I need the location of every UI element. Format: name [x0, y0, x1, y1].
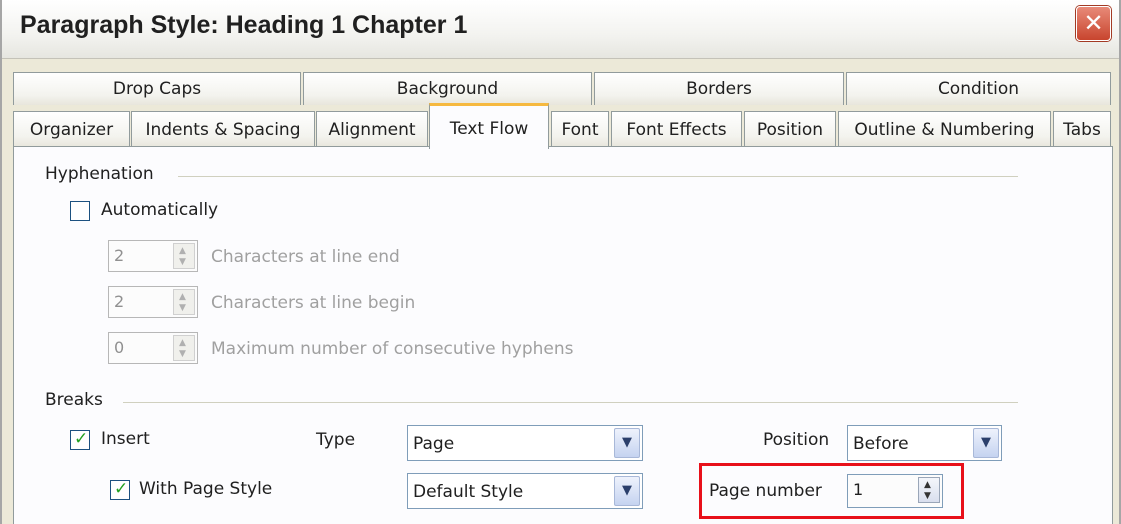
tab-font-effects[interactable]: Font Effects — [611, 111, 742, 147]
chevron-down-icon[interactable]: ▼ — [614, 428, 640, 458]
spin-arrows-icon: ▲ ▼ — [173, 243, 195, 269]
with-page-style-checkbox[interactable]: ✓ — [110, 479, 130, 500]
tab-background[interactable]: Background — [303, 72, 592, 105]
chars-line-end-spinner: 2 ▲ ▼ — [108, 240, 198, 272]
tab-alignment[interactable]: Alignment — [316, 111, 428, 147]
tab-drop-caps[interactable]: Drop Caps — [13, 72, 301, 105]
tab-text-flow[interactable]: Text Flow — [429, 103, 549, 149]
spin-arrows-icon: ▲ ▼ — [173, 289, 195, 315]
tab-outline-numbering[interactable]: Outline & Numbering — [838, 111, 1051, 147]
chars-line-end-value: 2 — [114, 246, 125, 265]
hyphenation-heading: Hyphenation — [45, 164, 154, 184]
chevron-down-icon[interactable]: ▼ — [973, 428, 999, 458]
break-position-select[interactable]: Before ▼ — [847, 425, 1002, 461]
page-number-highlight — [699, 463, 964, 519]
spin-arrows-icon: ▲ ▼ — [173, 335, 195, 361]
break-type-select[interactable]: Page ▼ — [407, 425, 643, 461]
chevron-down-icon[interactable]: ▼ — [614, 476, 640, 506]
break-type-value: Page — [413, 434, 455, 454]
page-style-select[interactable]: Default Style ▼ — [407, 473, 643, 509]
checkmark-icon: ✓ — [74, 429, 89, 449]
insert-label: Insert — [101, 429, 150, 449]
max-hyphens-spinner: 0 ▲ ▼ — [108, 332, 198, 364]
page-style-value: Default Style — [413, 482, 524, 502]
hyphenation-separator — [178, 176, 1018, 177]
with-page-style-label: With Page Style — [139, 479, 273, 499]
break-position-value: Before — [853, 434, 909, 454]
max-hyphens-label: Maximum number of consecutive hyphens — [211, 339, 574, 359]
automatically-label: Automatically — [101, 200, 219, 220]
tab-organizer[interactable]: Organizer — [13, 111, 130, 147]
dialog-title: Paragraph Style: Heading 1 Chapter 1 — [20, 11, 468, 39]
checkmark-icon: ✓ — [114, 479, 129, 499]
chars-line-begin-label: Characters at line begin — [211, 293, 416, 313]
tab-borders[interactable]: Borders — [594, 72, 844, 105]
close-icon[interactable]: ✕ — [1076, 6, 1111, 41]
paragraph-style-dialog: Paragraph Style: Heading 1 Chapter 1 ✕ D… — [0, 0, 1121, 524]
max-hyphens-value: 0 — [114, 338, 125, 357]
title-bar: Paragraph Style: Heading 1 Chapter 1 ✕ — [2, 0, 1119, 59]
insert-checkbox[interactable]: ✓ — [70, 429, 90, 450]
tab-condition[interactable]: Condition — [846, 72, 1111, 105]
chars-line-end-label: Characters at line end — [211, 247, 400, 267]
tab-font[interactable]: Font — [551, 111, 609, 147]
chars-line-begin-spinner: 2 ▲ ▼ — [108, 286, 198, 318]
tab-indents-spacing[interactable]: Indents & Spacing — [131, 111, 315, 147]
breaks-heading: Breaks — [45, 390, 103, 410]
breaks-separator — [123, 402, 1018, 403]
type-label: Type — [316, 430, 356, 450]
position-label: Position — [763, 430, 830, 450]
tab-tabs[interactable]: Tabs — [1053, 111, 1111, 147]
chars-line-begin-value: 2 — [114, 292, 125, 311]
automatically-checkbox[interactable] — [70, 201, 90, 221]
tab-position[interactable]: Position — [744, 111, 836, 147]
